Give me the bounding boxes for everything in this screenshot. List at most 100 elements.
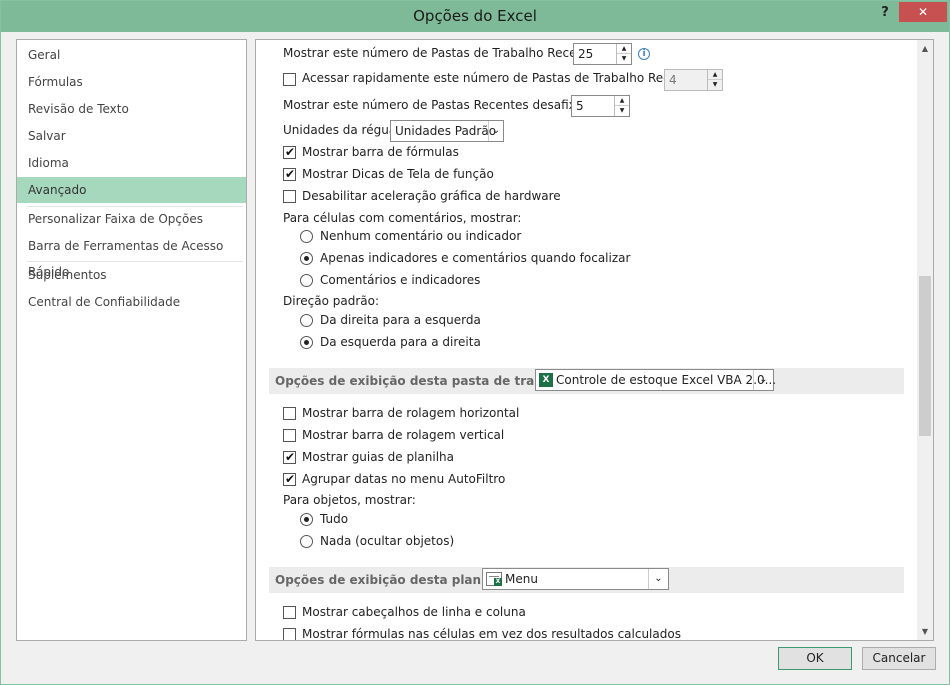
quick-access-checkbox[interactable] (283, 73, 296, 86)
chevron-down-icon: ⌄ (648, 569, 668, 589)
ruler-units-value: Unidades Padrão (395, 124, 497, 138)
nav-item-geral[interactable]: Geral (17, 42, 246, 68)
advanced-options-pane: Mostrar este número de Pastas de Trabalh… (255, 39, 934, 641)
quick-access-label: Acessar rapidamente este número de Pasta… (302, 71, 708, 85)
objects-none-radio[interactable] (300, 535, 313, 548)
comments-all-label: Comentários e indicadores (320, 273, 481, 287)
comments-group-label: Para células com comentários, mostrar: (283, 211, 522, 225)
show-formula-bar-checkbox[interactable]: ✔ (283, 145, 296, 159)
comments-all-radio[interactable] (300, 274, 313, 287)
check-icon: ✔ (285, 472, 296, 486)
radio-selected-dot (304, 256, 309, 261)
nav-item-avancado[interactable]: Avançado (17, 177, 246, 203)
comments-indicators-hover-radio[interactable] (300, 252, 313, 265)
objects-group-label: Para objetos, mostrar: (283, 493, 416, 507)
comments-indicators-hover-label: Apenas indicadores e comentários quando … (320, 251, 631, 265)
nav-item-formulas[interactable]: Fórmulas (17, 69, 246, 95)
radio-selected-dot (304, 340, 309, 345)
show-horizontal-scrollbar-checkbox[interactable] (283, 407, 296, 420)
nav-item-barra-acesso-rapido[interactable]: Barra de Ferramentas de Acesso Rápido (17, 233, 246, 279)
excel-options-dialog: Opções do Excel ? ✕ Geral Fórmulas Revis… (0, 0, 950, 685)
show-sheet-tabs-checkbox[interactable]: ✔ (283, 450, 296, 464)
content-scrollbar[interactable]: ▲ ▼ (917, 40, 933, 640)
disable-hw-accel-label: Desabilitar aceleração gráfica de hardwa… (302, 189, 561, 203)
spin-down-icon[interactable]: ▼ (615, 106, 629, 116)
check-icon: ✔ (285, 167, 296, 181)
nav-item-salvar[interactable]: Salvar (17, 123, 246, 149)
direction-rtl-radio[interactable] (300, 314, 313, 327)
show-formulas-label: Mostrar fórmulas nas células em vez dos … (302, 627, 681, 641)
show-formulas-checkbox[interactable] (283, 628, 296, 640)
objects-all-radio[interactable] (300, 513, 313, 526)
comments-none-radio[interactable] (300, 230, 313, 243)
recent-workbooks-label: Mostrar este número de Pastas de Trabalh… (283, 46, 607, 60)
worksheet-icon: X (486, 572, 502, 586)
disable-hw-accel-checkbox[interactable] (283, 190, 296, 203)
show-function-tips-label: Mostrar Dicas de Tela de função (302, 167, 494, 181)
dialog-title: Opções do Excel (413, 7, 537, 25)
show-formula-bar-label: Mostrar barra de fórmulas (302, 145, 459, 159)
spin-up-icon[interactable]: ▲ (615, 96, 629, 106)
spinner-arrows: ▲ ▼ (616, 44, 631, 64)
group-dates-autofilter-label: Agrupar datas no menu AutoFiltro (302, 472, 506, 486)
show-vertical-scrollbar-checkbox[interactable] (283, 429, 296, 442)
workbook-select-value: Controle de estoque Excel VBA 2.0... (556, 373, 777, 387)
sheet-select-value: Menu (505, 572, 538, 586)
close-icon: ✕ (917, 5, 929, 19)
workbook-section-title: Opções de exibição desta pasta de trabal… (275, 374, 577, 388)
check-icon: ✔ (285, 145, 296, 159)
scroll-up-icon[interactable]: ▲ (917, 40, 933, 57)
check-icon: ✔ (285, 450, 296, 464)
sheet-select[interactable]: X Menu ⌄ (482, 568, 669, 590)
nav-item-suplementos[interactable]: Suplementos (17, 262, 246, 288)
close-button[interactable]: ✕ (899, 2, 947, 22)
nav-item-personalizar-faixa[interactable]: Personalizar Faixa de Opções (17, 206, 246, 232)
sheet-section-title: Opções de exibição desta planilha: (275, 573, 511, 587)
objects-all-label: Tudo (320, 512, 349, 526)
workbook-select[interactable]: X Controle de estoque Excel VBA 2.0... ⌄ (535, 369, 777, 391)
grid-line (489, 576, 499, 577)
ok-button[interactable]: OK (778, 647, 852, 670)
recent-folders-value: 5 (576, 99, 584, 113)
show-headers-label: Mostrar cabeçalhos de linha e coluna (302, 605, 526, 619)
direction-ltr-label: Da esquerda para a direita (320, 335, 481, 349)
spinner-arrows: ▲ ▼ (707, 70, 722, 90)
recent-workbooks-value: 25 (578, 47, 594, 61)
options-nav: Geral Fórmulas Revisão de Texto Salvar I… (16, 39, 247, 641)
ruler-units-label: Unidades da régua (283, 123, 397, 137)
scroll-down-icon[interactable]: ▼ (917, 623, 933, 640)
spin-down-icon[interactable]: ▼ (708, 80, 722, 90)
recent-workbooks-spinner[interactable]: 25 ▲ ▼ (573, 43, 632, 65)
spinner-arrows: ▲ ▼ (614, 96, 629, 116)
help-button[interactable]: ? (873, 3, 897, 25)
recent-folders-spinner[interactable]: 5 ▲ ▼ (571, 95, 630, 117)
show-headers-checkbox[interactable] (283, 606, 296, 619)
excel-badge-icon: X (494, 578, 502, 586)
objects-none-label: Nada (ocultar objetos) (320, 534, 455, 548)
direction-rtl-label: Da direita para a esquerda (320, 313, 481, 327)
spin-up-icon[interactable]: ▲ (617, 44, 631, 54)
comments-none-label: Nenhum comentário ou indicador (320, 229, 522, 243)
direction-group-label: Direção padrão: (283, 294, 379, 308)
spin-up-icon[interactable]: ▲ (708, 70, 722, 80)
show-function-tips-checkbox[interactable]: ✔ (283, 167, 296, 181)
direction-ltr-radio[interactable] (300, 336, 313, 349)
group-dates-autofilter-checkbox[interactable]: ✔ (283, 472, 296, 486)
scrollbar-thumb[interactable] (919, 276, 931, 436)
chevron-down-icon: ⌄ (753, 370, 773, 390)
show-horizontal-scrollbar-label: Mostrar barra de rolagem horizontal (302, 406, 520, 420)
chevron-down-icon: ⌄ (488, 121, 503, 141)
cancel-button[interactable]: Cancelar (862, 647, 936, 670)
title-bar[interactable]: Opções do Excel ? ✕ (1, 1, 949, 32)
ruler-units-select[interactable]: Unidades Padrão ⌄ (390, 120, 504, 142)
nav-item-central-confiabilidade[interactable]: Central de Confiabilidade (17, 289, 246, 315)
quick-access-value: 4 (669, 73, 677, 87)
info-icon[interactable]: i (638, 48, 650, 60)
nav-item-idioma[interactable]: Idioma (17, 150, 246, 176)
show-vertical-scrollbar-label: Mostrar barra de rolagem vertical (302, 428, 505, 442)
recent-folders-label: Mostrar este número de Pastas Recentes d… (283, 98, 609, 112)
nav-item-revisao[interactable]: Revisão de Texto (17, 96, 246, 122)
spin-down-icon[interactable]: ▼ (617, 54, 631, 64)
show-sheet-tabs-label: Mostrar guias de planilha (302, 450, 455, 464)
quick-access-spinner[interactable]: 4 ▲ ▼ (664, 69, 723, 91)
